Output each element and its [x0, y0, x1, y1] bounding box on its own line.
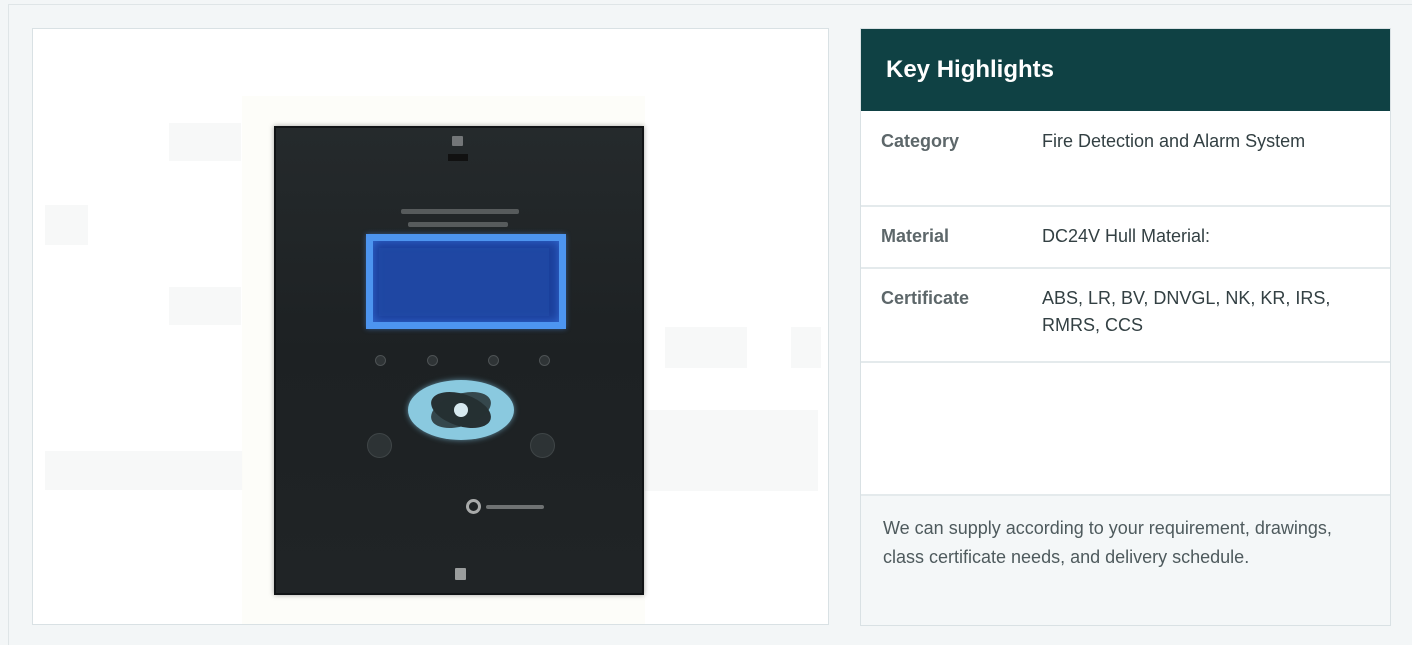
- status-light-icon: [375, 355, 386, 366]
- spec-row-certificate: Certificate ABS, LR, BV, DNVGL, NK, KR, …: [861, 269, 1390, 363]
- status-light-icon: [539, 355, 550, 366]
- spec-row-material: Material DC24V Hull Material:: [861, 207, 1390, 269]
- fire-alarm-control-panel-photo: [274, 126, 644, 595]
- supply-note: We can supply according to your requirem…: [861, 496, 1390, 625]
- bottom-indicator-icon: [455, 568, 466, 580]
- brand-logo-icon: [466, 499, 481, 514]
- key-highlights-card: Key Highlights Category Fire Detection a…: [860, 28, 1391, 626]
- image-artifact-block: [624, 410, 818, 491]
- navigation-keypad-icon: [408, 380, 514, 440]
- status-light-icon: [427, 355, 438, 366]
- lcd-screen: [366, 234, 566, 329]
- image-artifact-block: [45, 451, 243, 490]
- key-highlights-title: Key Highlights: [886, 56, 1055, 83]
- image-artifact-block: [169, 287, 241, 325]
- spec-label: Category: [881, 131, 960, 151]
- image-artifact-block: [665, 327, 747, 368]
- right-control-button-icon: [530, 433, 555, 458]
- spec-label: Certificate: [881, 288, 970, 308]
- image-artifact-block: [169, 123, 241, 161]
- left-control-button-icon: [367, 433, 392, 458]
- empty-spec-row: [861, 363, 1390, 496]
- spec-label: Material: [881, 226, 950, 246]
- product-image-card: [32, 28, 829, 625]
- image-artifact-block: [45, 205, 88, 245]
- brand-logo-text: [486, 505, 544, 509]
- spec-value: ABS, LR, BV, DNVGL, NK, KR, IRS, RMRS, C…: [1042, 288, 1331, 335]
- spec-value: DC24V Hull Material:: [1042, 226, 1211, 246]
- status-light-icon: [488, 355, 499, 366]
- top-indicator-icon: [452, 136, 463, 146]
- panel-label-line: [408, 222, 508, 227]
- image-artifact-block: [791, 327, 821, 368]
- panel-label-line: [401, 209, 519, 214]
- keypad-center-button-icon: [454, 403, 468, 417]
- spec-value: Fire Detection and Alarm System: [1042, 131, 1306, 151]
- spec-row-category: Category Fire Detection and Alarm System: [861, 111, 1390, 207]
- key-highlights-header: Key Highlights: [861, 29, 1390, 111]
- top-slot-icon: [448, 154, 468, 161]
- lcd-screen-inner: [379, 248, 549, 316]
